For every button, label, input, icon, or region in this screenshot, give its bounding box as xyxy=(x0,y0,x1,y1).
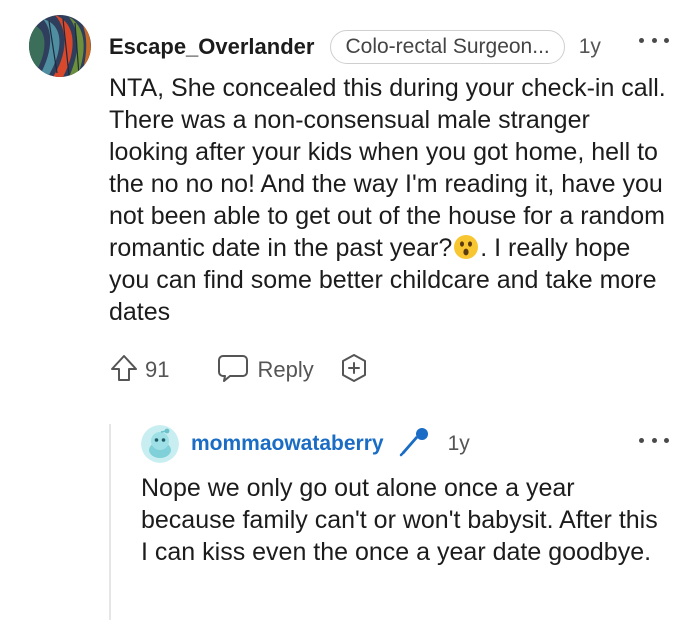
comment-username[interactable]: Escape_Overlander xyxy=(109,34,314,60)
more-options-icon[interactable] xyxy=(639,36,669,44)
reply-label: Reply xyxy=(257,357,314,382)
user-avatar[interactable] xyxy=(29,15,91,77)
comment-actions: 91 Reply xyxy=(109,352,370,388)
thread-line[interactable] xyxy=(109,424,111,620)
snoo-avatar-icon xyxy=(141,425,179,463)
comment-meta: Escape_Overlander Colo-rectal Surgeon...… xyxy=(109,27,617,67)
astonished-face-emoji xyxy=(453,234,479,260)
more-options-icon[interactable] xyxy=(639,436,669,444)
avatar-image xyxy=(29,15,91,77)
reply-body: Nope we only go out alone once a year be… xyxy=(141,474,658,566)
vote-control: 91 xyxy=(109,353,169,388)
reply-username[interactable]: mommaowataberry xyxy=(191,432,384,456)
reply-age: 1y xyxy=(447,432,470,455)
microphone-icon xyxy=(398,426,430,463)
upvote-arrow-icon[interactable] xyxy=(109,353,139,388)
award-plus-icon[interactable] xyxy=(338,352,370,389)
upvote-count: 91 xyxy=(145,357,170,382)
user-flair: Colo-rectal Surgeon... xyxy=(330,30,565,64)
speech-bubble-icon xyxy=(217,353,249,388)
comment-age: 1y xyxy=(578,35,601,58)
reply-user-avatar[interactable] xyxy=(141,425,179,463)
reply-meta: mommaowataberry 1y xyxy=(191,426,470,462)
comment-body: NTA, She concealed this during your chec… xyxy=(109,72,669,328)
reply-button[interactable]: Reply xyxy=(217,353,314,388)
